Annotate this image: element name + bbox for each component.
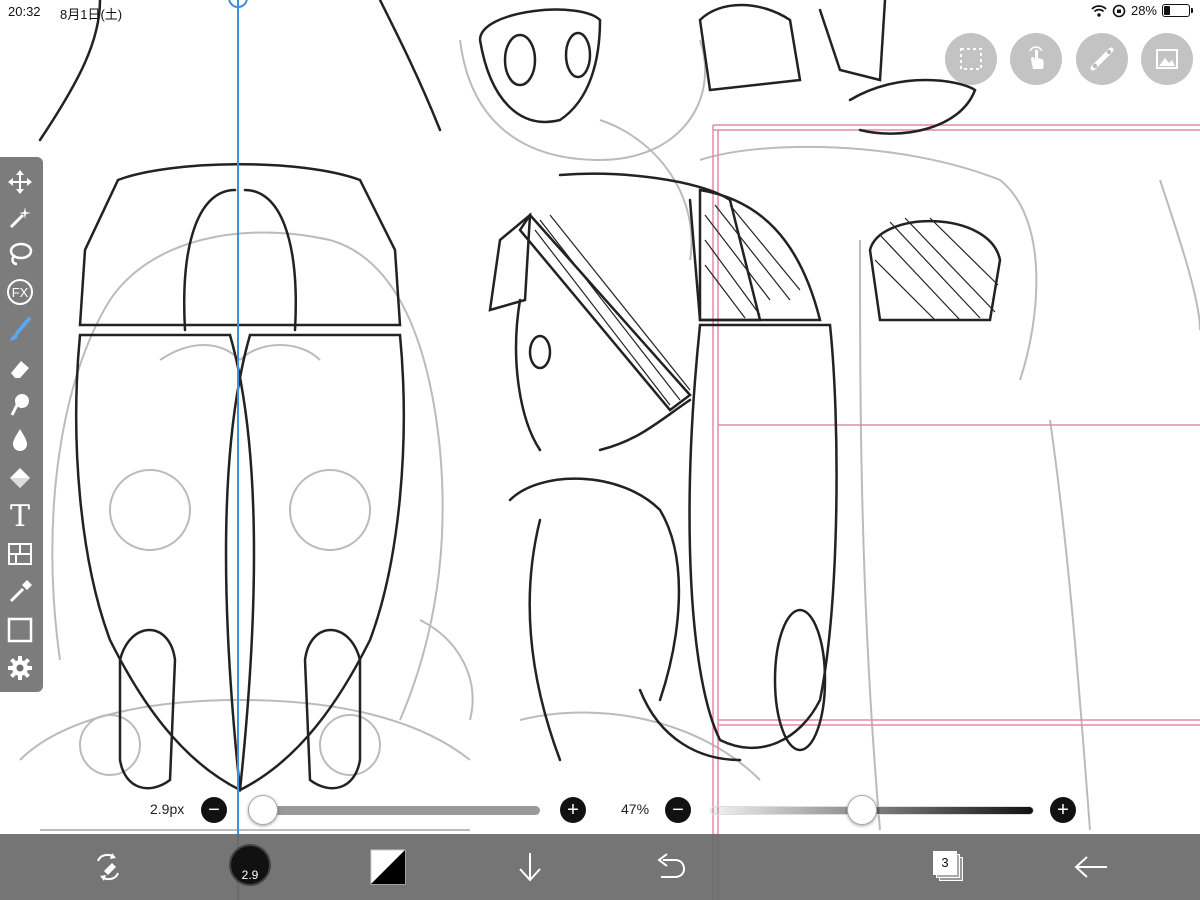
move-tool[interactable] <box>3 165 37 199</box>
eyedropper-icon <box>9 580 32 603</box>
battery-fill <box>1164 6 1170 15</box>
reference-button[interactable] <box>1141 33 1193 85</box>
brush-size-slider-thumb[interactable] <box>247 795 278 825</box>
ruler-button[interactable] <box>1076 33 1128 85</box>
brush-size-button[interactable]: 2.9 <box>229 844 271 886</box>
plus-icon: + <box>1057 799 1069 821</box>
frame-divider-tool[interactable] <box>3 537 37 571</box>
brush-size-increase-button[interactable]: + <box>560 797 586 823</box>
left-toolbar: FX T <box>0 157 43 692</box>
battery-percent: 28% <box>1130 3 1157 18</box>
ruler-icon <box>1090 47 1114 71</box>
brush-size-value: 2.9px <box>150 801 185 817</box>
canvas-tool[interactable] <box>3 613 37 647</box>
panel-icon <box>8 543 32 565</box>
layer-count: 3 <box>933 851 957 875</box>
battery-icon <box>1162 4 1193 17</box>
color-swatch-icon <box>370 849 406 885</box>
brush-size-label: 2.9 <box>241 868 259 882</box>
plus-icon: + <box>567 799 579 821</box>
sketch-strokes <box>38 0 1002 792</box>
droplet-icon <box>13 429 27 451</box>
status-bar: 20:32 8月1日(土) 28% <box>0 0 1200 24</box>
status-date: 8月1日(土) <box>60 7 123 22</box>
bottom-toolbar: 3 <box>0 834 1200 900</box>
transform-button[interactable] <box>83 842 133 892</box>
brush-tool[interactable] <box>3 313 37 347</box>
lasso-tool[interactable] <box>3 237 37 271</box>
canvas-icon <box>7 617 33 643</box>
transform-icon <box>97 853 119 881</box>
selection-button[interactable] <box>945 33 997 85</box>
drawing-canvas[interactable] <box>0 0 1200 900</box>
color-swatch-button[interactable] <box>363 842 413 892</box>
layers-button[interactable]: 3 <box>924 842 974 892</box>
gear-icon <box>8 656 32 680</box>
back-arrow-icon <box>1074 856 1107 878</box>
battery-tip <box>1191 8 1193 13</box>
undo-icon <box>657 853 686 878</box>
eraser-icon <box>11 361 29 378</box>
magic-wand-tool[interactable] <box>3 201 37 235</box>
image-icon <box>1156 49 1178 69</box>
brush-icon <box>10 317 31 341</box>
magic-wand-icon <box>9 207 31 229</box>
filter-tool[interactable]: FX <box>3 275 37 309</box>
brush-size-slider-track[interactable] <box>248 806 540 815</box>
fill-tool[interactable] <box>3 461 37 495</box>
eyedropper-tool[interactable] <box>3 575 37 609</box>
rotation-lock-icon <box>1112 4 1126 17</box>
status-time: 20:32 <box>8 4 41 19</box>
hand-tap-icon <box>1029 46 1044 69</box>
minus-icon: − <box>672 799 684 821</box>
layers-icon: 3 <box>933 851 965 883</box>
fx-label: FX <box>12 285 29 300</box>
text-tool[interactable]: T <box>3 498 37 534</box>
settings-tool[interactable] <box>3 651 37 685</box>
smudge-tool[interactable] <box>3 387 37 421</box>
opacity-value: 47% <box>621 801 650 817</box>
move-arrows-icon <box>8 170 32 194</box>
gesture-button[interactable] <box>1010 33 1062 85</box>
hatched-shading <box>534 204 999 406</box>
undo-button[interactable] <box>645 842 695 892</box>
opacity-decrease-button[interactable]: − <box>665 797 691 823</box>
wifi-icon <box>1091 4 1107 17</box>
back-button[interactable] <box>1066 842 1116 892</box>
eraser-tool[interactable] <box>3 351 37 385</box>
opacity-increase-button[interactable]: + <box>1050 797 1076 823</box>
brush-size-decrease-button[interactable]: − <box>201 797 227 823</box>
download-button[interactable] <box>505 842 555 892</box>
text-icon: T <box>9 498 30 534</box>
bucket-icon <box>10 468 30 488</box>
status-right: 28% <box>1091 3 1193 18</box>
lasso-icon <box>9 242 33 266</box>
smudge-icon <box>10 394 29 416</box>
download-icon <box>519 853 541 882</box>
underdrawing-layer <box>19 39 1200 831</box>
fx-icon: FX <box>7 279 33 305</box>
selection-icon <box>960 48 982 70</box>
minus-icon: − <box>208 799 220 821</box>
blur-tool[interactable] <box>3 423 37 457</box>
